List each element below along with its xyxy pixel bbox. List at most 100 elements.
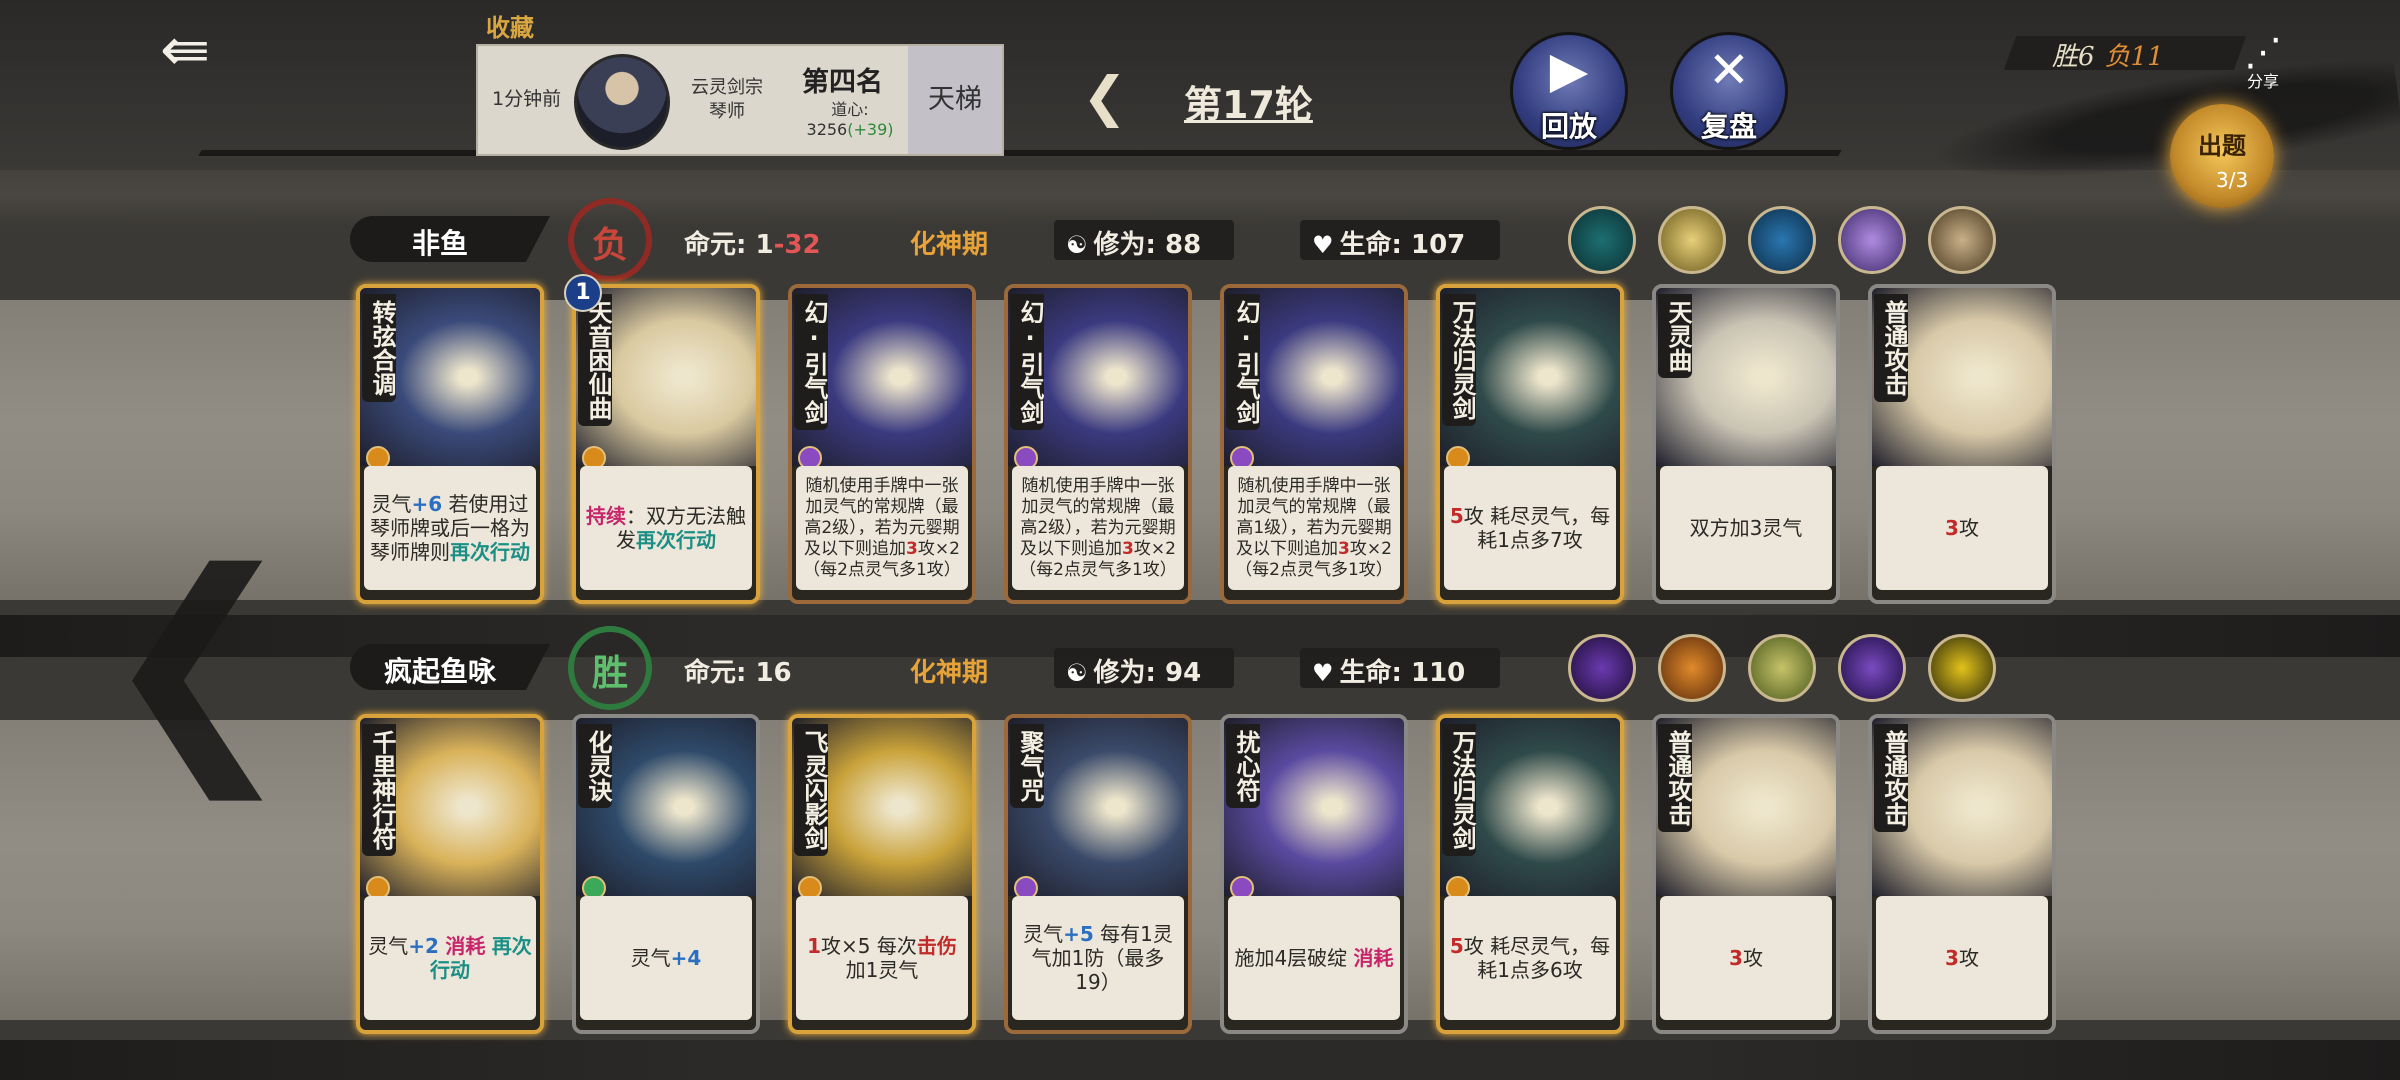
vortex-buff-icon[interactable] (1568, 634, 1636, 702)
card-name: 普通攻击 (1874, 724, 1908, 832)
card-loser-1[interactable]: 转弦合调灵气+6 若使用过琴师牌或后一格为琴师牌则再次行动 (356, 284, 544, 604)
heart-icon: ♥ (1312, 659, 1334, 687)
review-button[interactable]: ✕ 复盘 (1670, 32, 1788, 150)
warrior-buff-icon[interactable] (1748, 634, 1816, 702)
quiz-label: 出题 (2198, 132, 2246, 160)
life-label: 命元: (684, 658, 747, 688)
shadow-buff-icon[interactable] (1838, 634, 1906, 702)
opponent-rank: 第四名 (802, 67, 883, 98)
card-winner-3[interactable]: 飞灵闪影剑 1攻×5 每次击伤加1灵气 (788, 714, 976, 1034)
crossed-swords-icon: ✕ (1708, 41, 1750, 99)
card-loser-3[interactable]: 幻·引气剑随机使用手牌中一张加灵气的常规牌（最高2级），若为元婴期及以下则追加3… (788, 284, 976, 604)
card-name: 天灵曲 (1658, 294, 1692, 378)
hp-stat: ♥ 生命: 110 (1312, 652, 1465, 689)
meditate-icon: ☯ (1066, 659, 1088, 687)
back-arrow-icon[interactable]: ⇚ (140, 20, 230, 84)
cultivation-stat: ☯ 修为: 88 (1066, 224, 1201, 261)
opponent-time-ago: 1分钟前 (492, 88, 562, 110)
player-name: 非鱼 (411, 227, 468, 260)
dao-label: 道心: (831, 100, 869, 119)
heart-icon: ♥ (1312, 231, 1334, 259)
card-description: 随机使用手牌中一张加灵气的常规牌（最高2级），若为元婴期及以下则追加3攻×2（每… (796, 466, 968, 590)
card-description: 双方加3灵气 (1660, 466, 1832, 590)
card-description: 3攻 (1876, 896, 2048, 1020)
card-name: 飞灵闪影剑 (794, 724, 828, 856)
opponent-avatar[interactable] (574, 54, 670, 150)
card-description: 持续：双方无法触发再次行动 (580, 466, 752, 590)
replay-button[interactable]: ▶ 回放 (1510, 32, 1628, 150)
play-icon: ▶ (1549, 41, 1589, 99)
card-winner-6[interactable]: 万法归灵剑 5攻 耗尽灵气，每耗1点多6攻 (1436, 714, 1624, 1034)
card-name: 幻·引气剑 (794, 294, 828, 430)
card-description: 随机使用手牌中一张加灵气的常规牌（最高1级），若为元婴期及以下则追加3攻×2（每… (1228, 466, 1400, 590)
card-winner-4[interactable]: 聚气咒 灵气+5 每有1灵气加1防（最多19） (1004, 714, 1192, 1034)
previous-page-arrow-icon[interactable]: ❮ (98, 540, 299, 780)
card-description: 随机使用手牌中一张加灵气的常规牌（最高2级），若为元婴期及以下则追加3攻×2（每… (1012, 466, 1184, 590)
life-label: 命元: (684, 230, 747, 260)
previous-round-arrow-icon[interactable]: ❮ (1082, 70, 1138, 126)
card-winner-7[interactable]: 普通攻击 3攻 (1652, 714, 1840, 1034)
sword-buff-icon[interactable] (1928, 206, 1996, 274)
realm-label: 化神期 (910, 230, 989, 260)
card-loser-8[interactable]: 普通攻击 3攻 (1868, 284, 2056, 604)
result-badge-win: 胜 (568, 626, 652, 710)
card-winner-8[interactable]: 普通攻击 3攻 (1868, 714, 2056, 1034)
card-name: 普通攻击 (1874, 294, 1908, 402)
card-name: 幻·引气剑 (1226, 294, 1260, 430)
card-name: 扰心符 (1226, 724, 1260, 808)
card-description: 3攻 (1660, 896, 1832, 1020)
eye-buff-icon[interactable] (1568, 206, 1636, 274)
quiz-count: 3/3 (2216, 168, 2249, 192)
card-name: 万法归灵剑 (1442, 724, 1476, 856)
quiz-button[interactable]: 出题 (2170, 104, 2274, 208)
figure-buff-icon[interactable] (1838, 206, 1906, 274)
hp-value: 110 (1410, 658, 1466, 688)
hp-stat: ♥ 生命: 107 (1312, 224, 1465, 261)
card-name: 万法归灵剑 (1442, 294, 1476, 426)
life-stat: 命元: 16 (684, 652, 792, 689)
cultivation-value: 88 (1164, 230, 1202, 260)
card-winner-1[interactable]: 千里神行符 灵气+2 消耗 再次行动 (356, 714, 544, 1034)
bottom-strip (0, 1040, 2400, 1080)
taiji-buff-icon[interactable] (1748, 206, 1816, 274)
card-description: 3攻 (1876, 466, 2048, 590)
card-description: 灵气+5 每有1灵气加1防（最多19） (1012, 896, 1184, 1020)
realm-label: 化神期 (910, 658, 989, 688)
opponent-info-panel: 1分钟前 云灵剑宗 琴师 第四名 道心: 3256(+39) 天梯 (476, 44, 1004, 156)
mode-ladder-tag: 天梯 (908, 46, 1002, 154)
card-description: 灵气+6 若使用过琴师牌或后一格为琴师牌则再次行动 (364, 466, 536, 590)
card-loser-4[interactable]: 幻·引气剑随机使用手牌中一张加灵气的常规牌（最高2级），若为元婴期及以下则追加3… (1004, 284, 1192, 604)
hp-label: 生命: (1339, 230, 1402, 260)
hp-label: 生命: (1339, 658, 1402, 688)
round-label[interactable]: 第17轮 (1184, 74, 1313, 129)
cultivation-label: 修为: (1093, 658, 1156, 688)
player-name: 疯起鱼咏 (383, 655, 496, 688)
replay-label: 回放 (1540, 110, 1597, 143)
life-value: 1 (755, 230, 774, 260)
collect-button[interactable]: 收藏 (486, 8, 534, 43)
card-loser-5[interactable]: 幻·引气剑随机使用手牌中一张加灵气的常规牌（最高1级），若为元婴期及以下则追加3… (1220, 284, 1408, 604)
dao-value: 3256 (806, 120, 848, 139)
share-button[interactable]: ⋰ 分享 (2234, 30, 2292, 100)
flame-buff-icon[interactable] (1658, 634, 1726, 702)
review-label: 复盘 (1700, 110, 1757, 143)
win-loss-record: 胜6 负11 (2052, 36, 2164, 73)
card-winner-2[interactable]: 化灵诀 灵气+4 (572, 714, 760, 1034)
dao-delta: (+39) (847, 120, 894, 139)
opponent-dao-heart: 道心: 3256(+39) (800, 100, 900, 140)
card-winner-5[interactable]: 扰心符 施加4层破绽 消耗 (1220, 714, 1408, 1034)
silhouette-buff-icon[interactable] (1928, 634, 1996, 702)
card-name: 转弦合调 (362, 294, 396, 402)
opponent-sect-name: 云灵剑宗 (691, 77, 763, 98)
lantern-buff-icon[interactable] (1658, 206, 1726, 274)
card-name: 普通攻击 (1658, 724, 1692, 832)
card-description: 1攻×5 每次击伤加1灵气 (796, 896, 968, 1020)
card-description: 5攻 耗尽灵气，每耗1点多7攻 (1444, 466, 1616, 590)
card-loser-7[interactable]: 天灵曲双方加3灵气 (1652, 284, 1840, 604)
card-loser-6[interactable]: 万法归灵剑 5攻 耗尽灵气，每耗1点多7攻 (1436, 284, 1624, 604)
card-loser-2[interactable]: 天音困仙曲 持续：双方无法触发再次行动 (572, 284, 760, 604)
opponent-class: 琴师 (709, 101, 745, 122)
card-name: 幻·引气剑 (1010, 294, 1044, 430)
card-description: 灵气+4 (580, 896, 752, 1020)
life-value: 16 (755, 658, 792, 688)
